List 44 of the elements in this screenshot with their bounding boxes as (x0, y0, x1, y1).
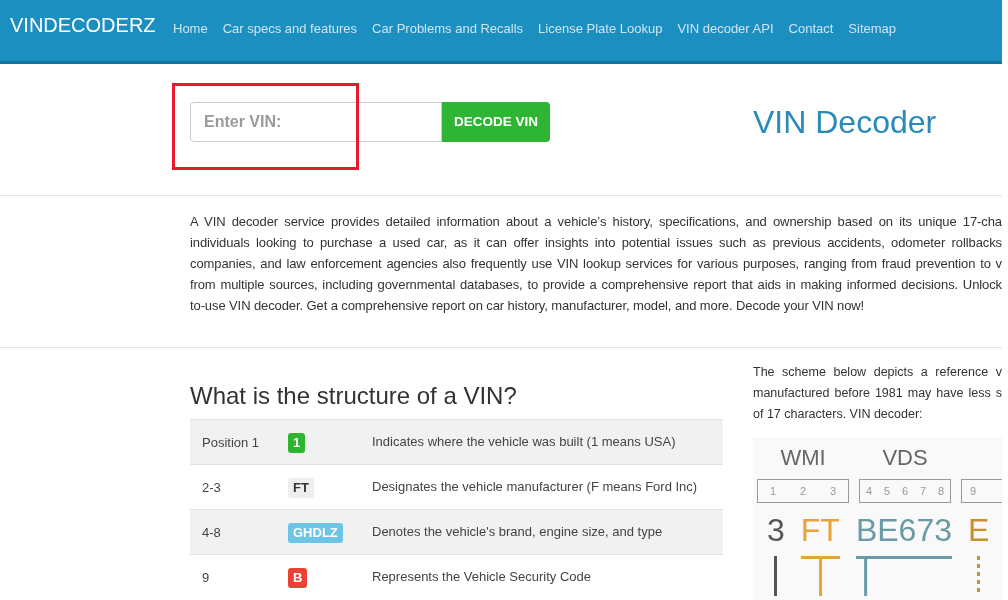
vertical-line-icon (774, 556, 778, 596)
description-text: Indicates where the vehicle was built (1 means USA) (372, 433, 676, 452)
position-number: 5 (883, 484, 891, 498)
page-title: VIN Decoder (753, 103, 937, 142)
intro-paragraph: A VIN decoder service provides detailed information about a vehicle’s history, specifications, and ownership based on its unique 17-cha individuals looking to purchase a used car, as it can offer insights into potential issues such as previous accidents, odometer rollbacks companies, and law enforcement agencies also frequently use VIN lookup services for various purposes, ranging from fraud prevention to v from multiple sources, including governmental databases, to provide a comprehensive report that aids in making informed decisions. Unlock to-use VIN decoder. Get a comprehensive report on car history, manufacturer, model, and more. Decode your VIN now! (190, 213, 1002, 315)
corner-bracket-icon (855, 556, 952, 596)
code-badge: B (288, 568, 308, 588)
position-number: 1 (769, 484, 777, 498)
code-badge: 1 (288, 433, 306, 453)
vin-input-field[interactable]: Enter VIN: (190, 102, 442, 142)
decode-button[interactable]: DECODE VIN (442, 102, 550, 142)
group-label: VDS (882, 445, 928, 471)
position-number: 7 (919, 484, 927, 498)
vin-characters: E (967, 511, 990, 549)
position-number: 9 (970, 484, 977, 498)
scheme-intro-paragraph: The scheme below depicts a reference v manufactured before 1981 may have less s of 17 characters. VIN decoder: (753, 364, 1002, 423)
position-number: 3 (829, 484, 837, 498)
nav-link[interactable]: Car Problems and Recalls (372, 19, 524, 39)
position-text: 2-3 (202, 480, 221, 495)
nav-link[interactable]: Contact (788, 19, 834, 39)
description-text: Denotes the vehicle's brand, engine size, and type (372, 523, 663, 542)
position-number: 4 (865, 484, 873, 498)
code-badge: FT (288, 478, 314, 498)
position-number: 2 (799, 484, 807, 498)
nav-link[interactable]: Home (173, 19, 208, 39)
nav-link[interactable]: VIN decoder API (677, 19, 774, 39)
code-badge: GHDLZ (288, 523, 343, 543)
position-text: Position 1 (202, 435, 260, 450)
position-number: 8 (937, 484, 945, 498)
description-text: Designates the vehicle manufacturer (F means Ford Inc) (372, 478, 698, 497)
position-text: 4-8 (202, 525, 221, 540)
section-heading: What is the structure of a VIN? (190, 381, 518, 411)
group-label: WMI (780, 445, 826, 471)
position-text: 9 (202, 570, 210, 585)
tee-bracket-icon (800, 556, 840, 596)
nav-link[interactable]: Sitemap (848, 19, 897, 39)
vin-characters: FT (800, 511, 840, 549)
vin-characters: BE673 (855, 511, 952, 549)
description-text: Represents the Vehicle Security Code (372, 568, 591, 587)
nav-link[interactable]: Car specs and features (222, 19, 358, 39)
position-number: 6 (901, 484, 909, 498)
site-logo[interactable]: VINDECODERZ (10, 14, 156, 36)
vin-characters: 3 (767, 511, 785, 549)
nav-link[interactable]: License Plate Lookup (538, 19, 663, 39)
